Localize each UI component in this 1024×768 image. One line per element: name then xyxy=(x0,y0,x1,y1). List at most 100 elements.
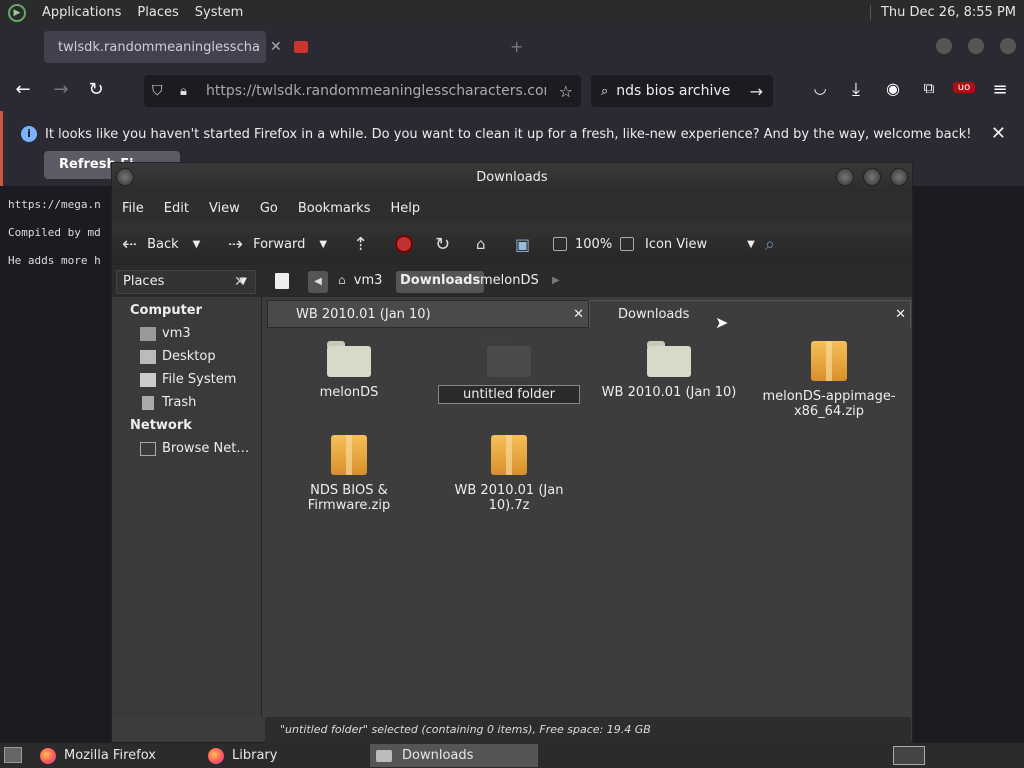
account-icon[interactable]: ◉ xyxy=(882,79,904,98)
computer-icon[interactable]: ▣ xyxy=(515,235,530,254)
back-dropdown-icon[interactable]: ▼ xyxy=(193,239,201,250)
breadcrumb-right-arrow-icon[interactable]: ▶ xyxy=(552,275,560,286)
close-button[interactable] xyxy=(890,168,908,186)
info-icon: i xyxy=(21,126,37,142)
close-window-button[interactable] xyxy=(1000,38,1016,54)
tab-close-icon[interactable]: ✕ xyxy=(573,301,584,329)
window-titlebar[interactable]: Downloads xyxy=(112,163,912,193)
bookmark-star-icon[interactable]: ☆ xyxy=(559,82,573,101)
page-line: He adds more h xyxy=(8,254,101,267)
menu-hamburger-icon[interactable]: ≡ xyxy=(989,79,1011,100)
menu-places[interactable]: Places xyxy=(129,5,186,20)
page-line[interactable]: https://mega.n xyxy=(8,198,101,211)
firefox-navbar: ← → ↻ ⛉ 🔒︎ https://twlsdk.randommeaningl… xyxy=(0,69,1024,111)
menu-applications[interactable]: Applications xyxy=(34,5,129,20)
extensions-icon[interactable]: ⧉ xyxy=(918,79,940,97)
reload-icon[interactable]: ↻ xyxy=(435,234,450,255)
archive-item[interactable]: melonDS-appimage-x86_64.zip xyxy=(754,341,904,419)
back-arrow-icon[interactable]: ← xyxy=(12,79,34,100)
menubar: File Edit View Go Bookmarks Help xyxy=(112,193,912,223)
back-button[interactable]: ⇠ Back ▼ xyxy=(122,234,200,255)
maximize-button[interactable] xyxy=(968,38,984,54)
menu-go[interactable]: Go xyxy=(250,201,288,216)
lock-icon[interactable]: 🔒︎ xyxy=(180,84,187,99)
search-icon[interactable]: ⌕ xyxy=(765,234,775,255)
window-menu-button[interactable] xyxy=(116,168,134,186)
workspace-switcher[interactable] xyxy=(893,746,925,765)
home-icon[interactable]: ⌂ xyxy=(476,235,486,253)
breadcrumb-left-arrow-icon[interactable]: ◀ xyxy=(308,271,328,293)
mate-logo-icon[interactable]: ▶ xyxy=(8,3,26,22)
url-bar[interactable]: ⛉ 🔒︎ https://twlsdk.randommeaninglesscha… xyxy=(144,75,581,107)
tab-downloads[interactable]: Downloads ✕ xyxy=(589,300,911,328)
up-icon[interactable]: ⇡ xyxy=(353,234,368,255)
firefox-tab[interactable] xyxy=(280,31,480,63)
sidebar-item-browse-network[interactable]: Browse Net… xyxy=(140,441,249,456)
breadcrumb-downloads[interactable]: Downloads xyxy=(396,271,485,293)
shield-icon[interactable]: ⛉ xyxy=(152,83,163,99)
ublock-icon[interactable]: uo xyxy=(953,82,975,93)
show-desktop-icon[interactable] xyxy=(4,747,22,763)
firefox-icon xyxy=(40,747,56,764)
breadcrumb-vm3[interactable]: ⌂ vm3 xyxy=(334,271,386,293)
view-selector[interactable]: Icon View ▼ xyxy=(645,237,755,252)
sidebar-item-trash[interactable]: Trash xyxy=(140,395,196,410)
zoom-in-icon[interactable] xyxy=(620,237,634,251)
search-text[interactable]: nds bios archive xyxy=(616,83,730,99)
menu-help[interactable]: Help xyxy=(380,201,430,216)
home-folder-icon: ⌂ xyxy=(338,273,346,287)
folder-item[interactable]: melonDS xyxy=(274,341,424,400)
folder-item[interactable]: WB 2010.01 (Jan 10) xyxy=(594,341,744,400)
stop-icon[interactable] xyxy=(395,235,413,253)
notification-close-icon[interactable]: ✕ xyxy=(991,123,1006,144)
tab-wb2010[interactable]: WB 2010.01 (Jan 10) ✕ xyxy=(267,300,589,328)
menu-system[interactable]: System xyxy=(187,5,251,20)
toolbar: ⇠ Back ▼ ⇢ Forward ▼ ⇡ ↻ ⌂ ▣ 100% Icon V… xyxy=(112,223,912,265)
menu-file[interactable]: File xyxy=(112,201,154,216)
archive-item[interactable]: NDS BIOS & Firmware.zip xyxy=(274,435,424,513)
task-firefox[interactable]: Mozilla Firefox xyxy=(34,744,194,767)
menu-edit[interactable]: Edit xyxy=(154,201,199,216)
folder-icon xyxy=(376,749,392,762)
search-go-icon[interactable]: → xyxy=(750,82,763,101)
search-icon: ⌕ xyxy=(601,83,609,99)
edit-location-icon[interactable] xyxy=(275,273,289,289)
bottom-panel: Mozilla Firefox Library Downloads xyxy=(0,743,1024,768)
trash-icon xyxy=(142,395,154,410)
notification-message: It looks like you haven't started Firefo… xyxy=(45,127,972,142)
breadcrumb-melonds[interactable]: melonDS xyxy=(476,271,543,293)
forward-arrow-icon[interactable]: → xyxy=(50,79,72,100)
archive-item[interactable]: WB 2010.01 (Jan 10).7z xyxy=(434,435,584,513)
sidebar-close-icon[interactable]: ✕ xyxy=(234,274,246,290)
new-tab-icon[interactable]: + xyxy=(510,37,523,56)
item-label-editing[interactable]: untitled folder xyxy=(437,385,580,404)
search-bar[interactable]: ⌕ nds bios archive → xyxy=(591,75,773,107)
sidebar-item-filesystem[interactable]: File System xyxy=(140,372,236,387)
folder-item-selected[interactable]: untitled folder xyxy=(434,341,584,404)
maximize-button[interactable] xyxy=(863,168,881,186)
zoom-out-icon[interactable] xyxy=(553,237,567,251)
item-label: melonDS xyxy=(319,385,379,400)
url-text[interactable]: https://twlsdk.randommeaninglesscharacte… xyxy=(206,83,546,99)
zoom-level[interactable]: 100% xyxy=(575,237,612,252)
forward-dropdown-icon[interactable]: ▼ xyxy=(319,239,327,250)
forward-button[interactable]: ⇢ Forward ▼ xyxy=(228,234,327,255)
minimize-button[interactable] xyxy=(936,38,952,54)
menu-bookmarks[interactable]: Bookmarks xyxy=(288,201,381,216)
status-bar: "untitled folder" selected (containing 0… xyxy=(265,717,911,743)
sidebar-item-vm3[interactable]: vm3 xyxy=(140,326,191,341)
reload-icon[interactable]: ↻ xyxy=(85,79,107,100)
minimize-button[interactable] xyxy=(836,168,854,186)
task-downloads[interactable]: Downloads xyxy=(370,744,538,767)
drive-icon xyxy=(140,372,156,387)
firefox-tab-active[interactable]: twlsdk.randommeaninglesscha ✕ xyxy=(44,31,282,63)
menu-view[interactable]: View xyxy=(199,201,250,216)
pocket-icon[interactable]: ◡ xyxy=(809,79,831,97)
sidebar-item-desktop[interactable]: Desktop xyxy=(140,349,216,364)
clock[interactable]: Thu Dec 26, 8:55 PM xyxy=(869,5,1024,20)
folder-icon xyxy=(647,341,691,377)
sidebar-label: Trash xyxy=(162,395,197,410)
downloads-icon[interactable]: ⤓ xyxy=(845,79,867,100)
tab-close-icon[interactable]: ✕ xyxy=(895,301,906,329)
task-library[interactable]: Library xyxy=(202,744,362,767)
